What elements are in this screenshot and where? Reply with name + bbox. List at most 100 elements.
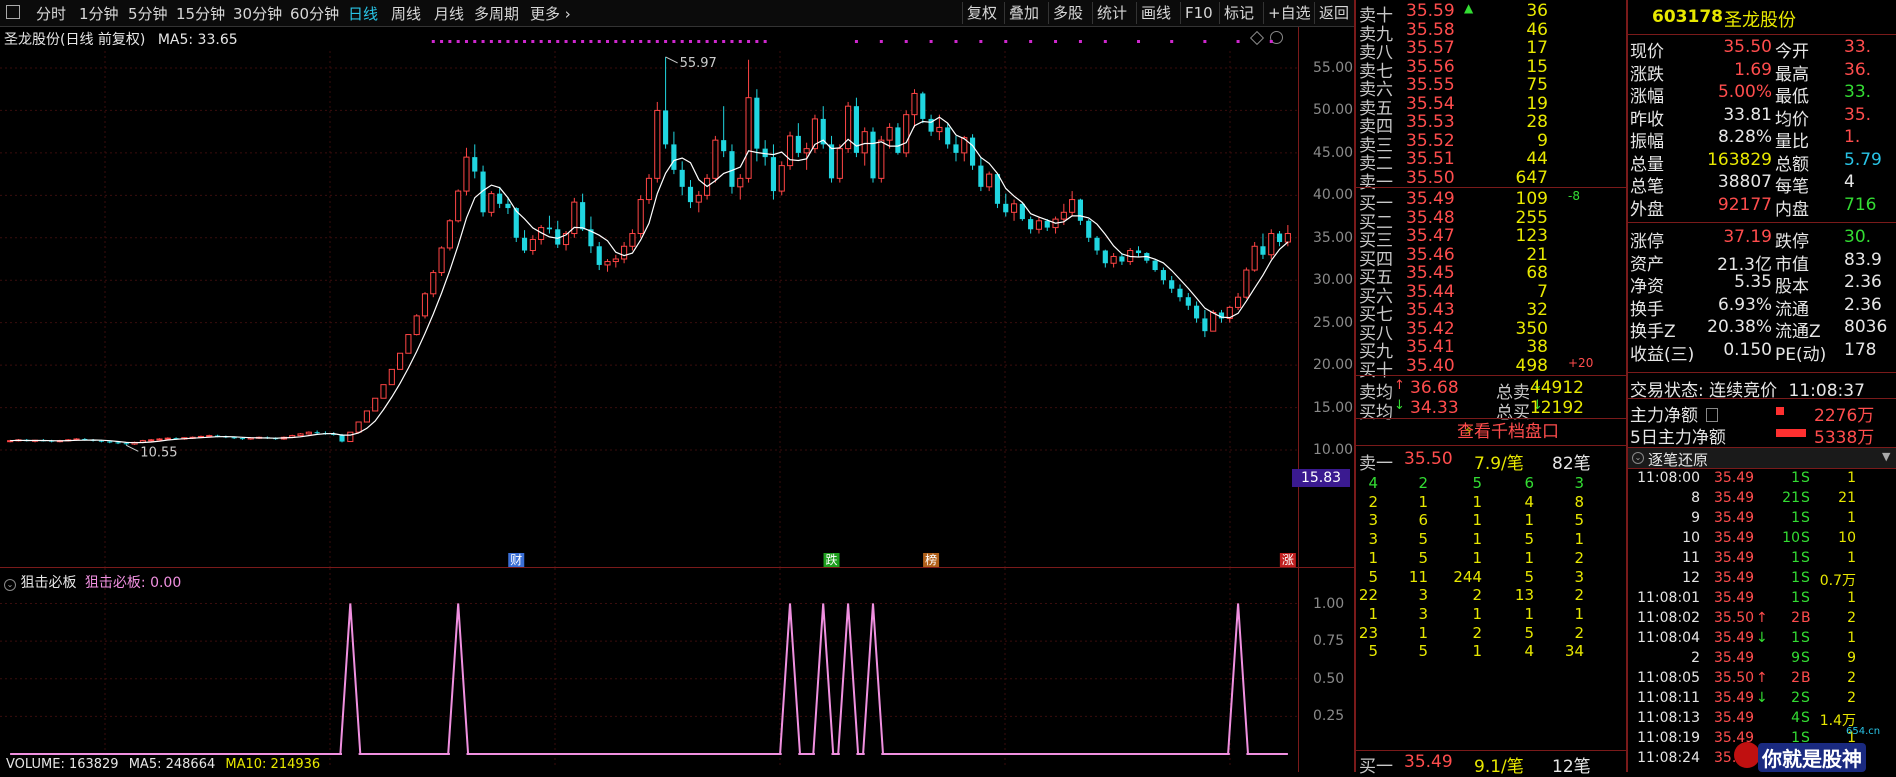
candle[interactable] [421,292,429,319]
ask-row[interactable]: 卖二 35.51 44 [1356,149,1586,174]
candle[interactable] [1052,216,1059,234]
candle[interactable] [645,174,653,204]
candle[interactable] [363,410,370,423]
candle[interactable] [148,438,155,442]
candle[interactable] [1226,305,1233,323]
candle[interactable] [388,368,395,386]
candle[interactable] [970,134,976,170]
candle[interactable] [1086,219,1092,243]
candle[interactable] [679,161,685,196]
period-tab-daily[interactable]: 日线 [348,3,378,24]
candle[interactable] [637,195,644,238]
event-marker-label[interactable]: 财 [510,553,522,567]
candle[interactable] [853,97,859,158]
ask-row[interactable]: 卖六 35.55 75 [1356,75,1586,100]
ask-row[interactable]: 卖九 35.58 46 [1356,20,1586,45]
candle[interactable] [945,123,951,149]
candle[interactable] [1177,284,1183,302]
bid-row[interactable]: 买五 35.45 68 [1356,263,1586,288]
candle[interactable] [861,127,868,166]
candle[interactable] [446,219,453,251]
candle[interactable] [994,173,1001,209]
candle[interactable] [405,334,412,354]
bid-row[interactable]: 买一 35.49 109 -8 [1356,189,1586,214]
statistics-button[interactable]: 统计 [1092,2,1131,24]
candle[interactable] [1251,242,1258,272]
candle[interactable] [978,157,984,192]
candle[interactable] [1152,259,1158,272]
period-tab-weekly[interactable]: 周线 [391,3,421,24]
candle[interactable] [795,123,801,158]
candle[interactable] [895,123,901,155]
bid-row[interactable]: 买二 35.48 255 [1356,208,1586,233]
candle[interactable] [612,254,619,268]
candle[interactable] [1077,198,1084,226]
candle[interactable] [355,421,362,433]
candle[interactable] [920,91,926,124]
candle[interactable] [845,101,852,153]
candle[interactable] [1144,252,1150,264]
candle[interactable] [430,270,437,298]
bid-row[interactable]: 买十 35.40 498 +20 [1356,356,1593,381]
ask-row[interactable]: 卖五 35.54 19 [1356,94,1586,119]
event-marker-label[interactable]: 涨 [1282,552,1294,567]
candle[interactable] [903,110,910,158]
bid-row[interactable]: 买六 35.44 7 [1356,282,1586,307]
document-icon[interactable] [1706,408,1719,422]
bid-row[interactable]: 买七 35.43 32 [1356,300,1586,325]
candle[interactable] [438,246,445,276]
candle[interactable] [463,147,470,196]
period-tab-5min[interactable]: 5分钟 [128,3,168,24]
ask-row[interactable]: 卖一 35.50 647 [1356,168,1586,193]
event-marker-label[interactable]: 跌 [826,552,838,567]
candle[interactable] [778,161,785,196]
mark-button[interactable]: 标记 [1219,2,1258,24]
period-tab-monthly[interactable]: 月线 [434,3,464,24]
candle[interactable] [786,131,794,170]
tick-dropdown-icon[interactable]: ▼ [1882,450,1890,463]
period-tab-1min[interactable]: 1分钟 [79,3,119,24]
adjust-button[interactable]: 复权 [962,2,1001,24]
chart-area[interactable]: 圣龙股份(日线 前复权) MA5: 33.65 55.97 10.55 财跌榜涨 1… [0,27,1354,772]
tick-expand-icon[interactable]: ⌄ [1632,452,1644,464]
candle[interactable] [538,225,545,245]
ask-row[interactable]: 卖三 35.52 9 [1356,131,1586,156]
candle[interactable] [1276,230,1283,247]
candle[interactable] [745,59,752,183]
candle[interactable] [596,242,602,271]
candle[interactable] [986,171,993,192]
candle[interactable] [629,229,636,251]
candle[interactable] [953,135,959,162]
back-button[interactable]: 返回 [1314,2,1353,24]
candle[interactable] [580,193,586,231]
bid-row[interactable]: 买八 35.42 350 [1356,319,1586,344]
candlestick-chart[interactable]: 55.97 10.55 财 跌 榜 涨 [0,27,1354,567]
candle[interactable] [1268,229,1275,259]
draw-line-button[interactable]: 画线 [1136,2,1175,24]
overlay-button[interactable]: 叠加 [1004,2,1043,24]
candle[interactable] [1135,246,1142,257]
candle[interactable] [729,144,735,194]
candle[interactable] [156,438,163,441]
menu-square-icon[interactable] [6,5,20,19]
candle[interactable] [737,174,744,200]
add-watchlist-button[interactable]: +自选 [1263,2,1315,24]
candle[interactable] [712,135,719,183]
candle[interactable] [671,131,677,175]
candle[interactable] [347,431,354,443]
candle[interactable] [588,216,594,254]
candle[interactable] [397,352,404,370]
candle[interactable] [1035,216,1043,234]
candle[interactable] [555,220,561,248]
candle[interactable] [721,106,727,158]
period-tab-multi[interactable]: 多周期 [474,3,519,24]
indicator-chart[interactable] [0,568,1354,768]
candle[interactable] [695,191,702,213]
candle[interactable] [413,314,420,336]
event-marker-label[interactable]: 榜 [925,552,937,567]
multi-stock-button[interactable]: 多股 [1048,2,1087,24]
candle[interactable] [687,180,694,209]
bid-row[interactable]: 买九 35.41 38 [1356,337,1586,362]
bid-row[interactable]: 买三 35.47 123 [1356,226,1586,251]
candle[interactable] [1169,275,1175,293]
